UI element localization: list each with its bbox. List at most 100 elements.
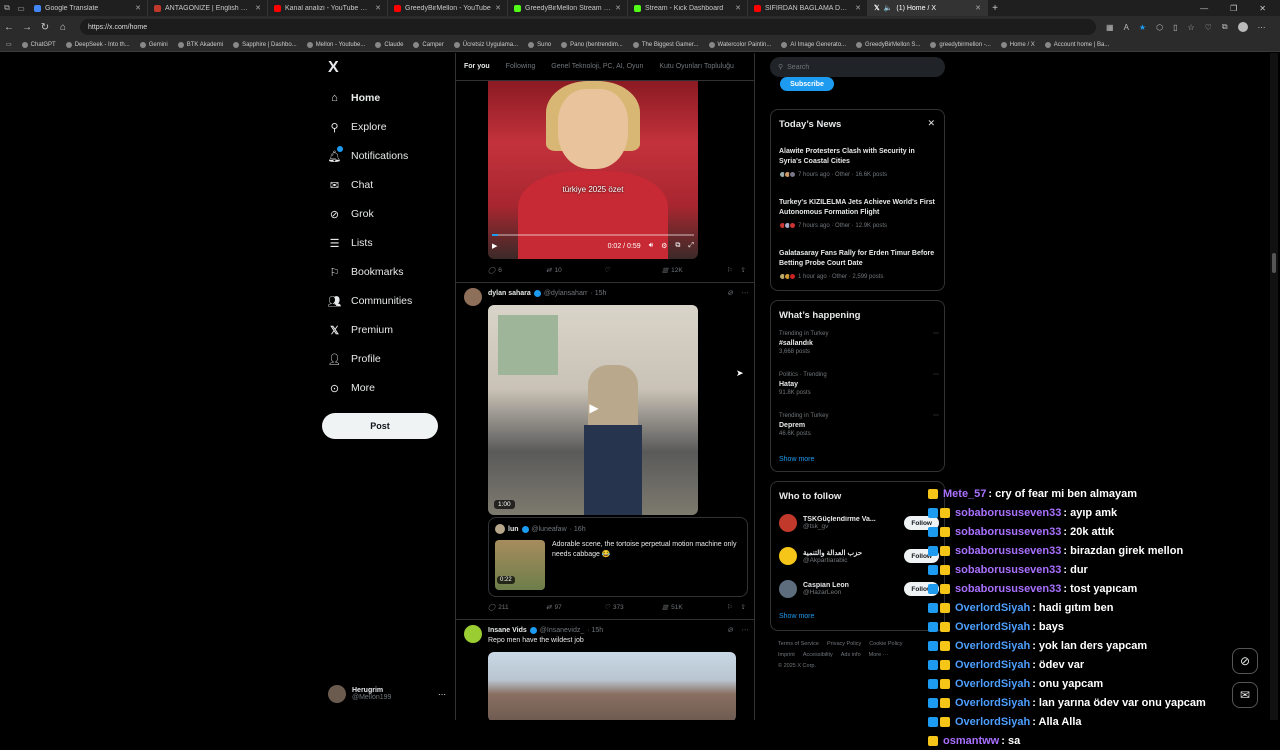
repost-button[interactable]: ⇄ 97 (546, 603, 604, 612)
account-switcher[interactable]: Herugrim @Mellon199 ⋯ (328, 683, 446, 705)
author-name[interactable]: Insane Vids (488, 627, 527, 634)
nav-grok[interactable]: ⊘ Grok (328, 206, 374, 222)
video-player[interactable]: ▶ 1:00 (488, 305, 698, 515)
footer-link[interactable]: Terms of Service (778, 641, 819, 647)
author-handle[interactable]: @dylansaharr (544, 290, 588, 297)
pip-icon[interactable]: ⧉ (675, 242, 680, 250)
share-icon[interactable]: ⇪ (741, 603, 746, 611)
collections-icon[interactable]: ⧉ (1222, 22, 1228, 32)
trend-item[interactable]: Politics · Trending Hatay 91.8K posts ⋯ (779, 371, 939, 398)
nav-notifications[interactable]: 🔔︎ Notifications (328, 145, 408, 164)
messages-float-button[interactable]: ✉ (1232, 682, 1258, 708)
nav-premium[interactable]: 𝕏 Premium (328, 322, 393, 338)
author-name[interactable]: dylan sahara (488, 290, 531, 297)
profile-avatar[interactable] (1237, 22, 1248, 32)
favorites-icon[interactable]: ☆ (1187, 23, 1194, 32)
bookmark-icon[interactable]: ⚐ (727, 266, 733, 274)
close-tab-icon[interactable]: ✕ (255, 4, 261, 12)
trend-item[interactable]: Trending in Turkey Deprem 46.6K posts ⋯ (779, 412, 939, 439)
bookmark[interactable]: Claude (375, 41, 403, 48)
fullscreen-icon[interactable]: ⤢ (688, 242, 694, 250)
browser-menu-icon[interactable]: ⧉ (0, 3, 14, 13)
bookmark-icon[interactable]: ⚐ (727, 603, 733, 611)
avatar[interactable] (464, 288, 482, 306)
bookmark[interactable]: The Biggest Gamer... (632, 41, 699, 48)
read-aloud-icon[interactable]: A (1124, 23, 1129, 32)
nav-bookmarks[interactable]: ⚐ Bookmarks (328, 264, 404, 280)
close-tab-icon[interactable]: ✕ (375, 4, 381, 12)
browser-tab[interactable]: GreedyBirMellon Stream - Watch ✕ (508, 0, 628, 16)
nav-more[interactable]: ⊙ More (328, 380, 375, 396)
views-button[interactable]: ▥ 12K (662, 266, 722, 275)
browser-tab[interactable]: SIFIRDAN BAĞLAMA DERSİ 3 (EN ✕ (748, 0, 868, 16)
post-button[interactable]: Post (322, 413, 438, 439)
bookmark[interactable]: AI Image Generato... (781, 41, 846, 48)
favorite-star-icon[interactable]: ★ (1139, 23, 1146, 32)
footer-link[interactable]: Imprint (778, 652, 795, 658)
author-handle[interactable]: @Insanevidz_ (540, 627, 584, 634)
play-icon[interactable]: ▶ (492, 242, 497, 250)
follow-suggestion[interactable]: حزب العدالة والتنمية @Akpartiarabic Follow (779, 543, 939, 569)
bookmark[interactable]: Account home | Ba... (1044, 41, 1109, 48)
browser-tab[interactable]: Google Translate ✕ (28, 0, 148, 16)
bookmark[interactable]: Mellon - Youtube... (306, 41, 365, 48)
search-input[interactable]: ⚲ Search (770, 57, 945, 77)
settings-icon[interactable]: ⚙ (661, 242, 667, 250)
bookmark[interactable]: Gemini (139, 41, 168, 48)
bookmark[interactable]: BTK Akademi (177, 41, 223, 48)
close-window-icon[interactable]: ✕ (1259, 4, 1266, 13)
post-media[interactable] (488, 652, 736, 720)
heart-icon[interactable]: ♡ (1205, 23, 1212, 32)
x-logo-icon[interactable]: X (328, 59, 339, 77)
close-tab-icon[interactable]: ✕ (735, 4, 741, 12)
browser-tab[interactable]: Stream - Kick Dashboard ✕ (628, 0, 748, 16)
grok-float-button[interactable]: ⊘ (1232, 648, 1258, 674)
show-more-link[interactable]: Show more (779, 613, 814, 620)
reply-button[interactable]: ◯ 6 (488, 266, 546, 275)
browser-tab[interactable]: Kanal analizi - YouTube Studio ✕ (268, 0, 388, 16)
grok-icon[interactable]: ⊘ (727, 626, 733, 634)
close-icon[interactable]: ✕ (927, 118, 935, 129)
footer-link[interactable]: Cookie Policy (869, 641, 902, 647)
subscribe-button[interactable]: Subscribe (780, 77, 834, 91)
close-tab-icon[interactable]: ✕ (495, 4, 501, 12)
tab-for-you[interactable]: For you (464, 63, 490, 70)
trend-item[interactable]: Trending in Turkey #sallandık 3,668 posts ⋯ (779, 330, 939, 357)
bookmark[interactable]: ChatGPT (21, 41, 56, 48)
views-button[interactable]: ▥ 51K (662, 603, 722, 612)
extensions-icon[interactable]: ⬡ (1156, 23, 1163, 32)
more-dots-icon[interactable]: ⋯ (741, 289, 748, 297)
browser-tab[interactable]: ANTAGONIZE | English meaning ✕ (148, 0, 268, 16)
nav-communities[interactable]: 👥︎ Communities (328, 293, 413, 309)
video-player[interactable]: türkiye 2025 özet ▶ 0:02 / 0:59 🔊︎ ⚙ ⧉ ⤢ (488, 81, 698, 259)
forward-icon[interactable]: → (18, 22, 36, 33)
nav-profile[interactable]: 👤︎ Profile (328, 351, 381, 367)
grok-icon[interactable]: ⊘ (727, 289, 733, 297)
bookmark[interactable]: greedybirmellon -... (930, 41, 991, 48)
page-scrollbar[interactable] (1270, 53, 1278, 720)
close-tab-icon[interactable]: ✕ (135, 4, 141, 12)
share-icon[interactable]: ⇪ (741, 266, 746, 274)
bookmark[interactable]: Suno (528, 41, 551, 48)
bookmark[interactable]: Pano (bentrendim... (561, 41, 623, 48)
tab-list[interactable]: Genel Teknoloji, PC, AI, Oyun (551, 63, 643, 70)
follow-suggestion[interactable]: Caspian Leon @HazarLeon Follow (779, 576, 939, 602)
home-icon[interactable]: ⌂ (54, 22, 72, 33)
nav-lists[interactable]: ☰ Lists (328, 235, 373, 251)
bookmark[interactable]: Watercolor Paintin... (708, 41, 771, 48)
footer-link[interactable]: More ··· (869, 652, 889, 658)
bookmark[interactable]: Home / X (1000, 41, 1035, 48)
tab-actions-icon[interactable]: ▭ (14, 4, 28, 13)
news-item[interactable]: Turkey's KIZILELMA Jets Achieve World's … (779, 198, 939, 229)
bookmarks-folder-icon[interactable]: ▭ (6, 41, 12, 48)
minimize-icon[interactable]: — (1200, 4, 1208, 13)
reload-icon[interactable]: ↻ (36, 22, 54, 33)
bookmark[interactable]: Camper (413, 41, 444, 48)
like-button[interactable]: ♡ (604, 266, 662, 274)
split-screen-icon[interactable]: ▯ (1173, 23, 1177, 32)
bookmark[interactable]: Sapphire | Dashbo... (233, 41, 297, 48)
settings-more-icon[interactable]: ⋯ (1258, 23, 1266, 32)
repost-button[interactable]: ⇄ 10 (546, 266, 604, 275)
browser-tab-active[interactable]: 𝕏 🔈 (1) Home / X ✕ (868, 0, 988, 16)
news-item[interactable]: Galatasaray Fans Rally for Erden Timur B… (779, 249, 939, 280)
